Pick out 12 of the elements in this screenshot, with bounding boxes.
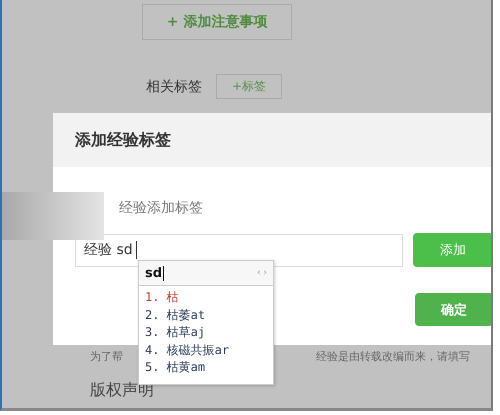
hint-text: 经验添加标签 <box>118 199 204 218</box>
candidate-item[interactable]: 1. 枯 <box>145 289 267 306</box>
dialog-title: 添加经验标签 <box>75 130 171 150</box>
candidate-item[interactable]: 2. 枯萎at <box>145 306 267 324</box>
candidate-item[interactable]: 3. 枯草aj <box>145 324 267 342</box>
candidate-item[interactable]: 5. 枯黄am <box>145 359 267 376</box>
page-arrows[interactable]: ‹ › <box>256 268 267 278</box>
tags-label: 相关标签 <box>146 78 202 96</box>
composition-text: sd <box>145 266 164 280</box>
notice-text: 经验是由转载改编而来，请填写 <box>316 349 470 364</box>
candidate-item[interactable]: 4. 核磁共振ar <box>145 342 267 359</box>
notice-text: 为了帮 <box>90 349 123 364</box>
